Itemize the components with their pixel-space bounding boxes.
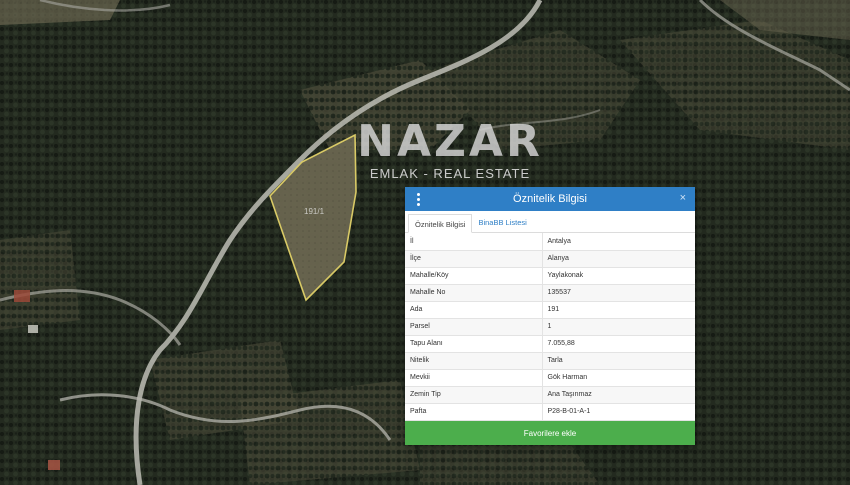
table-row: Nitelik Tarla [405, 352, 695, 370]
row-key: İlçe [405, 250, 543, 268]
row-key: Nitelik [405, 352, 543, 370]
watermark: NAZAR EMLAK - REAL ESTATE [330, 116, 570, 182]
tab-attribute-info[interactable]: Öznitelik Bilgisi [408, 214, 473, 233]
table-row: Zemin Tip Ana Taşınmaz [405, 386, 695, 404]
row-key: Ada [405, 301, 543, 319]
table-row: Parsel 1 [405, 318, 695, 336]
row-key: Mahalle No [405, 284, 543, 302]
row-value: 191 [542, 301, 695, 319]
attribute-info-panel: Öznitelik Bilgisi × Öznitelik Bilgisi Bi… [405, 187, 695, 445]
table-row: Mahalle/Köy Yaylakonak [405, 267, 695, 285]
row-value: 1 [542, 318, 695, 336]
row-key: Parsel [405, 318, 543, 336]
row-key: Mevkii [405, 369, 543, 387]
panel-header: Öznitelik Bilgisi × [405, 187, 695, 211]
row-key: Tapu Alanı [405, 335, 543, 353]
table-row: İlçe Alanya [405, 250, 695, 268]
row-value: P28-B-01-A-1 [542, 403, 695, 421]
row-key: Mahalle/Köy [405, 267, 543, 285]
table-row: Ada 191 [405, 301, 695, 319]
row-value: 135537 [542, 284, 695, 302]
table-row: Mahalle No 135537 [405, 284, 695, 302]
table-row: Mevkii Gök Harman [405, 369, 695, 387]
table-row: Tapu Alanı 7.055,88 [405, 335, 695, 353]
row-value: Yaylakonak [542, 267, 695, 285]
parcel-label: 191/1 [304, 207, 325, 216]
close-icon[interactable]: × [680, 192, 686, 204]
row-value: Gök Harman [542, 369, 695, 387]
tab-building-list[interactable]: BinaBB Listesi [472, 213, 532, 232]
row-key: İl [405, 233, 543, 251]
row-key: Pafta [405, 403, 543, 421]
vertical-dots-icon[interactable] [413, 191, 423, 207]
panel-title: Öznitelik Bilgisi [513, 193, 587, 205]
row-key: Zemin Tip [405, 386, 543, 404]
attribute-table: İl Antalya İlçe Alanya Mahalle/Köy Yaylakon… [405, 233, 695, 421]
table-row: İl Antalya [405, 233, 695, 251]
panel-tabs: Öznitelik Bilgisi BinaBB Listesi [405, 211, 695, 233]
watermark-tagline: EMLAK - REAL ESTATE [369, 166, 531, 181]
row-value: Ana Taşınmaz [542, 386, 695, 404]
row-value: Tarla [542, 352, 695, 370]
watermark-logo: NAZAR [357, 116, 543, 167]
add-to-favorites-button[interactable]: Favorilere ekle [405, 421, 695, 445]
row-value: 7.055,88 [542, 335, 695, 353]
row-value: Alanya [542, 250, 695, 268]
table-row: Pafta P28-B-01-A-1 [405, 403, 695, 421]
row-value: Antalya [542, 233, 695, 251]
